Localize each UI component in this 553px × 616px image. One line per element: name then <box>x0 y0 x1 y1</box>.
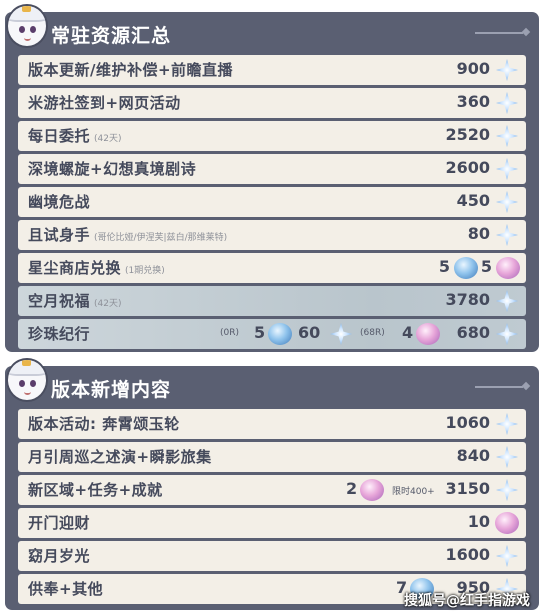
list-item: 新区域+任务+成就 2 限时400+ 3150 <box>18 475 526 505</box>
panel-title: 版本新增内容 <box>51 379 172 401</box>
list-item: 每日委托 (42天) 2520 <box>18 121 526 151</box>
pink-fate-icon <box>416 323 440 345</box>
amount: 2600 <box>445 158 490 177</box>
primogem-icon <box>496 158 518 180</box>
panel-header: 常驻资源汇总 <box>5 12 539 54</box>
list-item: 版本更新/维护补偿+前瞻直播 900 <box>18 55 526 85</box>
list-item: 深境螺旋+幻想真境剧诗 2600 <box>18 154 526 184</box>
amount: 80 <box>467 224 490 243</box>
row-note: (哥伦比娅/伊涅芙|兹白/那维莱特) <box>94 233 228 243</box>
pink-fate-icon <box>495 512 519 534</box>
new-content-panel: 版本新增内容 版本活动: 奔霄颂玉轮 1060 月引周巡之述演+瞬影旅集 840… <box>5 366 539 610</box>
amount-blue: 5 <box>438 257 450 276</box>
free-tier-tag: (0R) <box>220 328 240 338</box>
watermark: 搜狐号@红手指游戏 <box>404 593 530 609</box>
primogem-icon <box>496 224 518 246</box>
amount: 3780 <box>445 290 490 309</box>
list-item: 版本活动: 奔霄颂玉轮 1060 <box>18 409 526 439</box>
amount: 10 <box>467 512 490 531</box>
amount: 3150 <box>445 479 490 498</box>
list-item: 且试身手 (哥伦比娅/伊涅芙|兹白/那维莱特) 80 <box>18 220 526 250</box>
list-item: 米游社签到+网页活动 360 <box>18 88 526 118</box>
list-item: 星尘商店兑换 (1期兑换) 5 5 <box>18 253 526 283</box>
blue-fate-icon <box>268 323 292 345</box>
paimon-avatar <box>6 358 48 402</box>
primogem-icon <box>496 290 518 312</box>
primogem-icon <box>496 446 518 468</box>
primogem-icon <box>496 191 518 213</box>
panel-header: 版本新增内容 <box>5 366 539 408</box>
primogem-icon <box>496 545 518 567</box>
header-decoration <box>475 386 523 388</box>
primogem-icon <box>496 323 518 345</box>
paid-primogem-count: 680 <box>456 323 490 342</box>
row-note: (1期兑换) <box>125 266 165 276</box>
pink-fate-icon <box>496 257 520 279</box>
amount: 1600 <box>445 545 490 564</box>
pink-fate-icon <box>360 479 384 501</box>
paid-tier-tag: (68R) <box>360 328 385 338</box>
amount: 900 <box>456 59 490 78</box>
free-fate-count: 5 <box>254 323 266 342</box>
blue-fate-icon <box>454 257 478 279</box>
list-item: 珍珠纪行 (0R) 5 60 (68R) 4 680 <box>18 319 526 349</box>
primogem-icon <box>496 125 518 147</box>
primogem-icon <box>496 413 518 435</box>
free-primogem-count: 60 <box>298 323 321 342</box>
paimon-avatar <box>6 4 48 48</box>
panel-title: 常驻资源汇总 <box>51 25 172 47</box>
amount: 360 <box>456 92 490 111</box>
list-item: 窈月岁光 1600 <box>18 541 526 571</box>
amount: 840 <box>456 446 490 465</box>
amount: 1060 <box>445 413 490 432</box>
list-item: 开门迎财 10 <box>18 508 526 538</box>
primogem-icon <box>496 59 518 81</box>
list-item: 月引周巡之述演+瞬影旅集 840 <box>18 442 526 472</box>
fate-count: 2 <box>346 479 358 498</box>
amount: 2520 <box>445 125 490 144</box>
list-item: 空月祝福 (42天) 3780 <box>18 286 526 316</box>
primogem-icon <box>330 323 352 345</box>
row-note: (42天) <box>94 134 122 144</box>
primogem-icon <box>496 92 518 114</box>
row-note: (42天) <box>94 299 122 309</box>
limited-time-note: 限时400+ <box>392 487 435 497</box>
header-decoration <box>475 32 523 34</box>
primogem-icon <box>496 479 518 501</box>
standing-resources-panel: 常驻资源汇总 版本更新/维护补偿+前瞻直播 900 米游社签到+网页活动 360… <box>5 12 539 352</box>
amount: 450 <box>456 191 490 210</box>
amount-pink: 5 <box>480 257 492 276</box>
list-item: 幽境危战 450 <box>18 187 526 217</box>
paid-fate-count: 4 <box>402 323 414 342</box>
